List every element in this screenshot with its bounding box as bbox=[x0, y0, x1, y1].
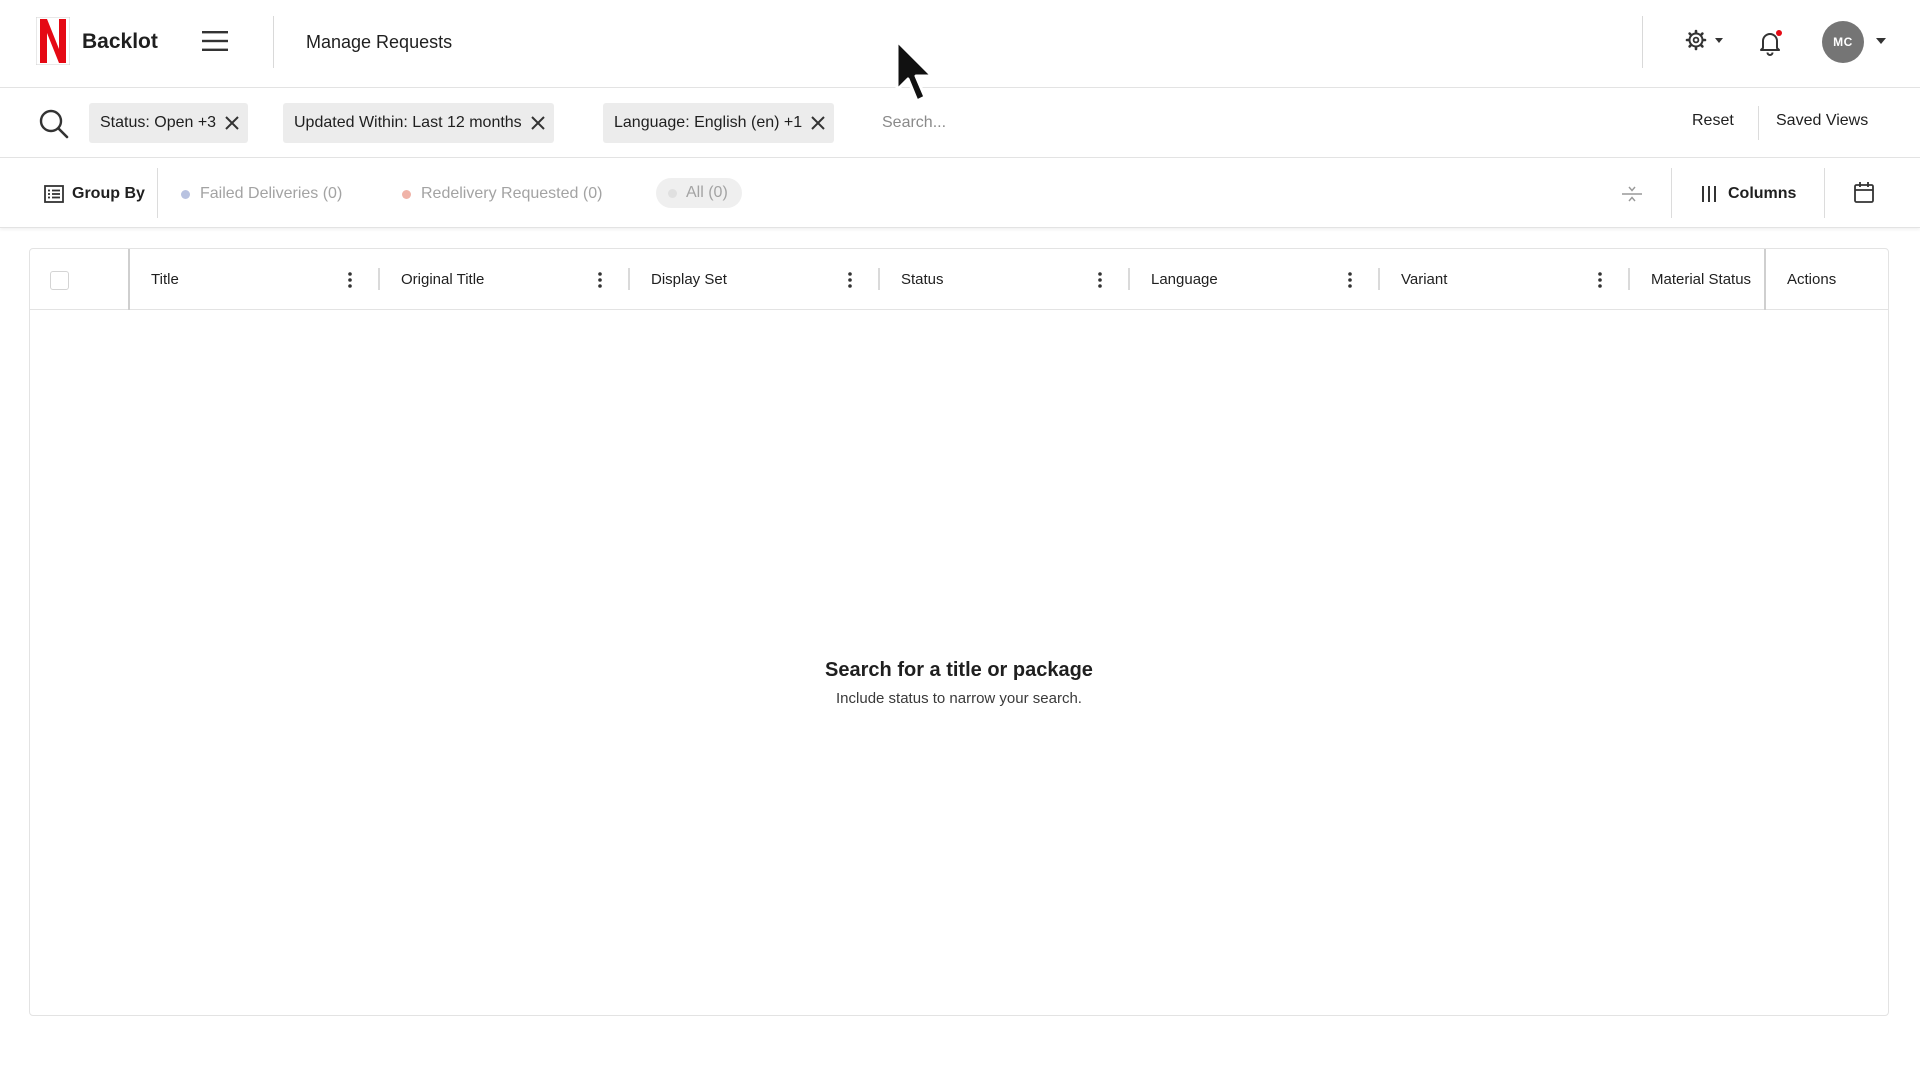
group-by-button[interactable]: Group By bbox=[44, 180, 145, 208]
caret-down-icon bbox=[1876, 38, 1886, 44]
filter-bar: Status: Open +3 Updated Within: Last 12 … bbox=[0, 88, 1920, 158]
status-filter-failed-deliveries[interactable]: Failed Deliveries (0) bbox=[181, 180, 342, 208]
columns-label: Columns bbox=[1728, 185, 1797, 202]
filter-chip-label: Language: English (en) +1 bbox=[614, 114, 803, 131]
column-header-variant[interactable]: Variant bbox=[1401, 249, 1447, 310]
caret-down-icon bbox=[1715, 38, 1723, 43]
remove-filter-button[interactable] bbox=[802, 103, 834, 143]
toolbar-divider bbox=[157, 168, 158, 218]
column-header-display-set[interactable]: Display Set bbox=[651, 249, 727, 310]
app-name[interactable]: Backlot bbox=[82, 30, 158, 54]
status-dot bbox=[668, 189, 677, 198]
empty-state-subtitle: Include status to narrow your search. bbox=[836, 690, 1082, 707]
toolbar-divider bbox=[1671, 168, 1672, 218]
empty-state-title: Search for a title or package bbox=[825, 659, 1093, 681]
kebab-icon bbox=[848, 272, 852, 288]
column-header-title[interactable]: Title bbox=[151, 249, 179, 310]
filter-chip-label: Status: Open +3 bbox=[100, 114, 217, 131]
hamburger-menu-icon[interactable] bbox=[200, 28, 230, 54]
column-menu-button[interactable] bbox=[842, 269, 858, 291]
column-menu-button[interactable] bbox=[592, 269, 608, 291]
gear-icon bbox=[1685, 29, 1723, 51]
user-menu-button[interactable]: MC bbox=[1822, 21, 1890, 63]
column-separator bbox=[128, 249, 130, 310]
header-divider bbox=[273, 16, 274, 68]
kebab-icon bbox=[598, 272, 602, 288]
column-header-status[interactable]: Status bbox=[901, 249, 944, 310]
calendar-icon[interactable] bbox=[1852, 180, 1876, 206]
column-header-material-status[interactable]: Material Status bbox=[1651, 249, 1751, 310]
reset-button[interactable]: Reset bbox=[1692, 112, 1734, 130]
close-icon bbox=[530, 116, 545, 130]
remove-filter-button[interactable] bbox=[522, 103, 554, 143]
column-separator[interactable] bbox=[628, 268, 630, 290]
kebab-icon bbox=[1348, 272, 1352, 288]
search-input[interactable] bbox=[880, 108, 1480, 138]
status-filter-redelivery-requested[interactable]: Redelivery Requested (0) bbox=[402, 180, 602, 208]
kebab-icon bbox=[1098, 272, 1102, 288]
filter-chip-language[interactable]: Language: English (en) +1 bbox=[603, 103, 835, 143]
column-menu-button[interactable] bbox=[342, 269, 358, 291]
status-filter-label: All (0) bbox=[686, 184, 728, 201]
header-divider bbox=[1642, 16, 1643, 68]
saved-views-button[interactable]: Saved Views bbox=[1776, 112, 1868, 130]
columns-button[interactable]: Columns bbox=[1700, 180, 1796, 208]
bell-icon bbox=[1760, 30, 1782, 56]
empty-state: Search for a title or package Include st… bbox=[30, 659, 1888, 707]
list-icon bbox=[44, 185, 64, 203]
top-header: Backlot Manage Requests MC bbox=[0, 0, 1920, 88]
close-icon bbox=[225, 116, 239, 130]
netflix-logo-icon[interactable] bbox=[36, 17, 70, 65]
column-header-language[interactable]: Language bbox=[1151, 249, 1218, 310]
close-icon bbox=[811, 116, 825, 130]
status-dot bbox=[181, 189, 190, 199]
filterbar-divider bbox=[1758, 106, 1759, 140]
filter-chip-updated-within[interactable]: Updated Within: Last 12 months bbox=[283, 103, 554, 143]
column-separator[interactable] bbox=[1378, 268, 1380, 290]
column-menu-button[interactable] bbox=[1592, 269, 1608, 291]
columns-icon bbox=[1702, 186, 1716, 202]
group-by-label: Group By bbox=[72, 185, 145, 202]
status-dot bbox=[402, 189, 411, 199]
toolbar-divider bbox=[1824, 168, 1825, 218]
search-icon[interactable] bbox=[38, 108, 70, 140]
column-separator[interactable] bbox=[1128, 268, 1130, 290]
page-title: Manage Requests bbox=[306, 32, 453, 52]
remove-filter-button[interactable] bbox=[216, 103, 248, 143]
group-by-toolbar: Group By Failed Deliveries (0) Redeliver… bbox=[0, 158, 1920, 228]
notification-dot bbox=[1776, 30, 1782, 36]
filter-chip-label: Updated Within: Last 12 months bbox=[294, 114, 522, 131]
notifications-button[interactable] bbox=[1756, 28, 1784, 58]
settings-menu-button[interactable] bbox=[1684, 28, 1732, 56]
column-separator[interactable] bbox=[378, 268, 380, 290]
density-icon[interactable] bbox=[1620, 180, 1644, 208]
select-all-checkbox[interactable] bbox=[50, 271, 69, 290]
status-filter-label: Redelivery Requested (0) bbox=[421, 185, 603, 202]
avatar: MC bbox=[1822, 21, 1864, 63]
filter-chip-status[interactable]: Status: Open +3 bbox=[89, 103, 249, 143]
column-menu-button[interactable] bbox=[1342, 269, 1358, 291]
column-menu-button[interactable] bbox=[1092, 269, 1108, 291]
requests-table: Title Original Title Display Set Status … bbox=[29, 248, 1889, 1016]
status-filter-label: Failed Deliveries (0) bbox=[200, 185, 343, 202]
kebab-icon bbox=[1598, 272, 1602, 288]
table-header: Title Original Title Display Set Status … bbox=[30, 249, 1888, 310]
pinned-column-separator bbox=[1764, 249, 1766, 310]
column-header-original-title[interactable]: Original Title bbox=[401, 249, 484, 310]
status-filter-all[interactable]: All (0) bbox=[656, 178, 742, 208]
column-separator[interactable] bbox=[878, 268, 880, 290]
column-header-actions: Actions bbox=[1787, 271, 1837, 288]
column-separator[interactable] bbox=[1628, 268, 1630, 290]
kebab-icon bbox=[348, 272, 352, 288]
